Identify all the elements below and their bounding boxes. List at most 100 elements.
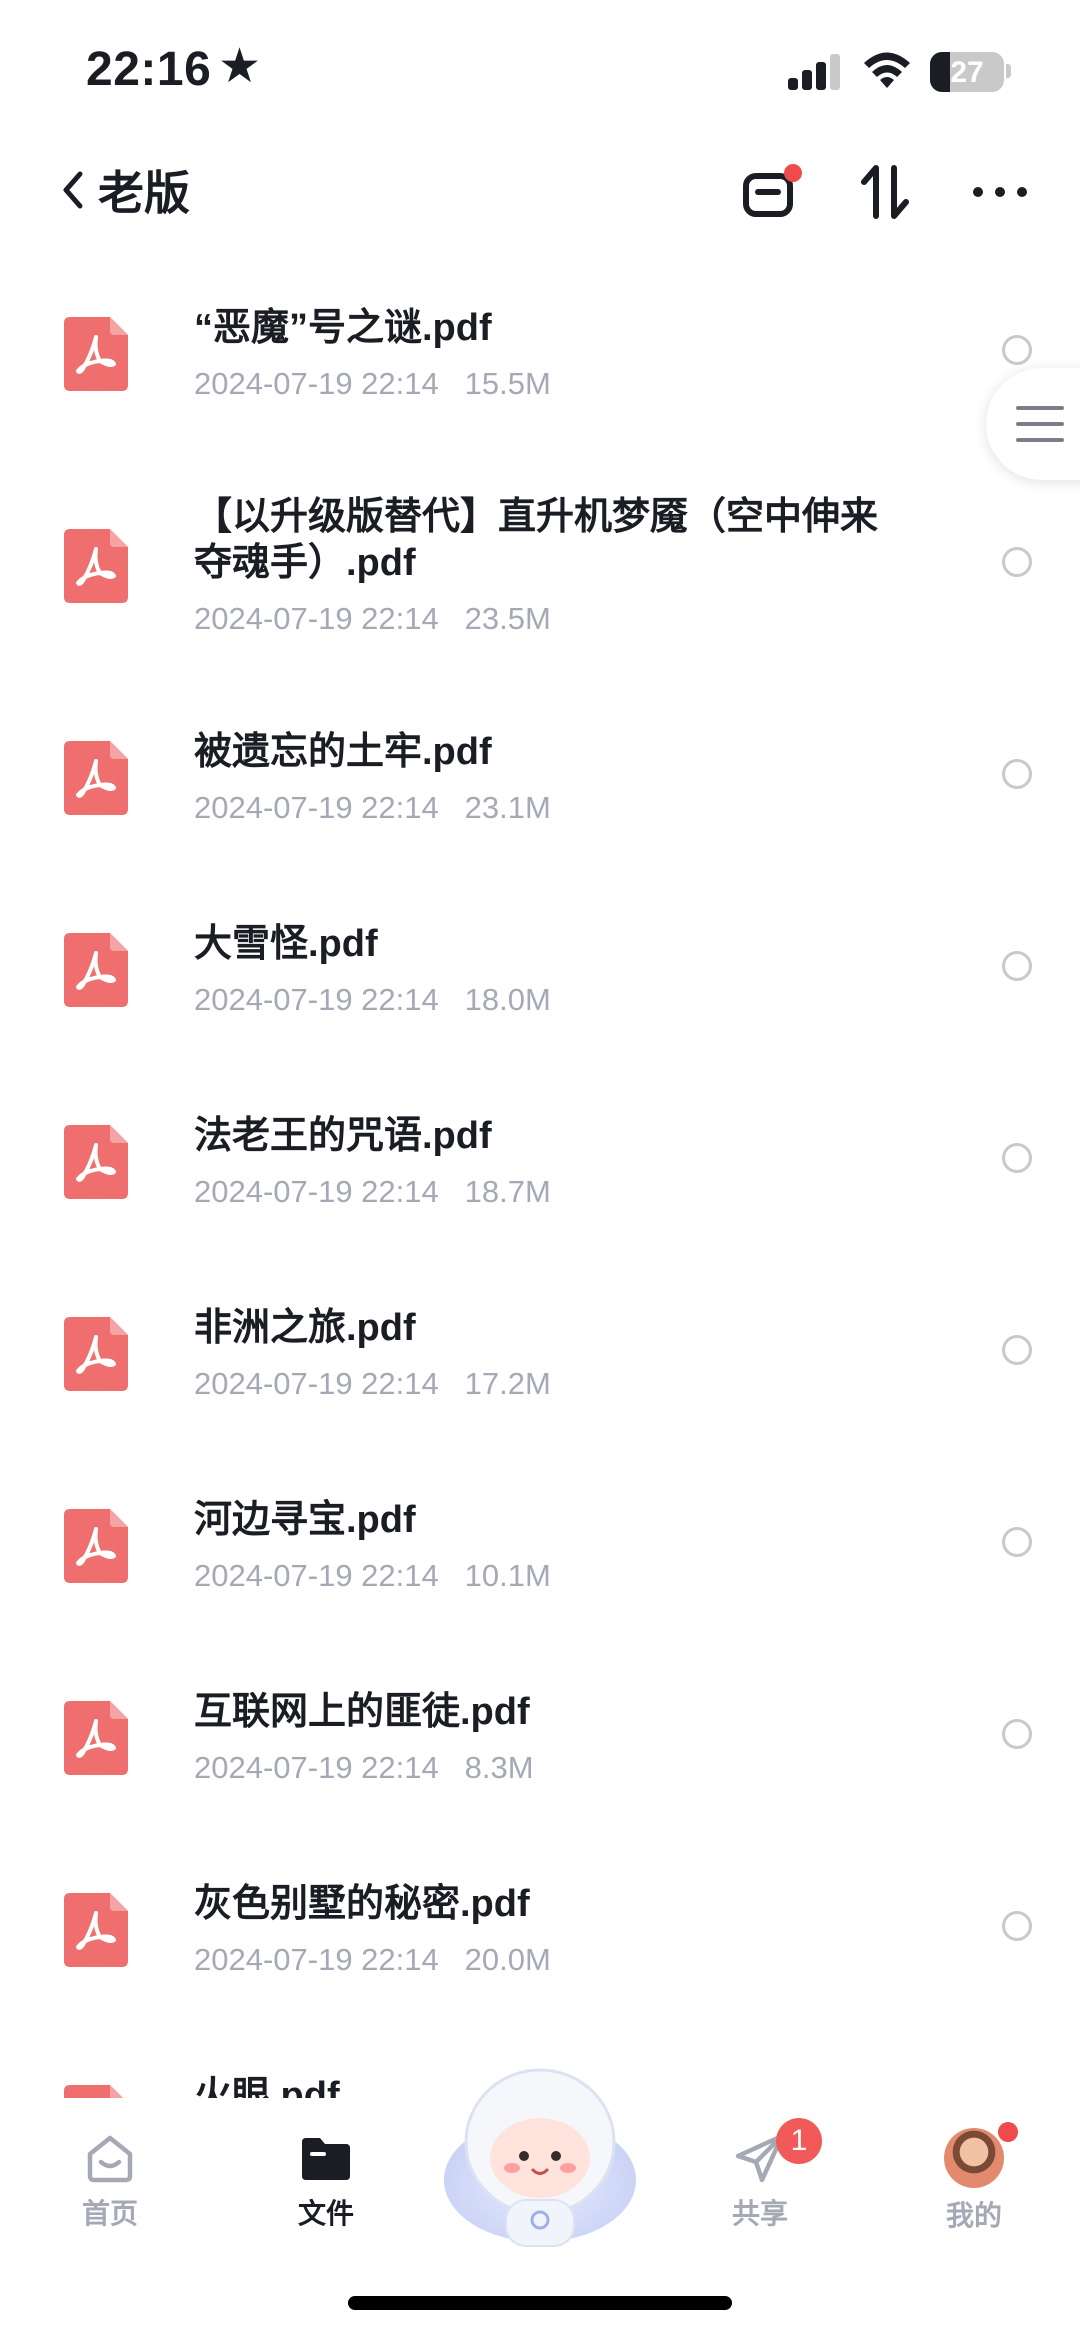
- cellular-signal-icon: [788, 54, 840, 90]
- pdf-file-icon: [64, 933, 128, 1007]
- star-icon: ★: [218, 40, 262, 93]
- pdf-file-icon: [64, 317, 128, 391]
- file-meta: 2024-07-19 22:14 10.1M: [194, 1557, 894, 1595]
- tab-share-label: 共享: [731, 2198, 788, 2229]
- select-checkbox[interactable]: [1002, 1527, 1032, 1557]
- file-size: 20.0M: [464, 1942, 551, 1977]
- status-bar: 22:16 ★ 27: [0, 0, 1080, 140]
- header-bar: 老版: [0, 140, 1080, 240]
- file-info: 法老王的咒语.pdf 2024-07-19 22:14 18.7M: [194, 1113, 894, 1211]
- file-meta: 2024-07-19 22:14 18.0M: [194, 981, 894, 1019]
- status-time: 22:16: [86, 43, 212, 96]
- file-meta: 2024-07-19 22:14 8.3M: [194, 1749, 894, 1787]
- menu-line: [1016, 406, 1064, 410]
- select-checkbox[interactable]: [1002, 547, 1032, 577]
- notification-dot: [998, 2122, 1018, 2142]
- select-checkbox[interactable]: [1002, 1911, 1032, 1941]
- file-date: 2024-07-19 22:14: [194, 1366, 439, 1401]
- pdf-file-icon: [64, 741, 128, 815]
- tab-files[interactable]: 文件: [256, 2120, 396, 2250]
- file-name: 互联网上的匪徒.pdf: [194, 1691, 530, 1733]
- file-row[interactable]: 非洲之旅.pdf 2024-07-19 22:14 17.2M: [0, 1268, 1080, 1460]
- file-row[interactable]: 【以升级版替代】直升机梦魇（空中伸来 夺魂手）.pdf 2024-07-19 22:…: [0, 460, 1080, 692]
- assistant-mascot[interactable]: [440, 2060, 640, 2250]
- file-row[interactable]: 大雪怪.pdf 2024-07-19 22:14 18.0M: [0, 884, 1080, 1076]
- avatar: [944, 2128, 1004, 2188]
- file-row[interactable]: 灰色别墅的秘密.pdf 2024-07-19 22:14 20.0M: [0, 1844, 1080, 2036]
- file-row[interactable]: 法老王的咒语.pdf 2024-07-19 22:14 18.7M: [0, 1076, 1080, 1268]
- file-meta: 2024-07-19 22:14 20.0M: [194, 1941, 894, 1979]
- select-checkbox[interactable]: [1002, 1335, 1032, 1365]
- file-name: 河边寻宝.pdf: [194, 1499, 416, 1541]
- file-name: 大雪怪.pdf: [194, 923, 378, 965]
- sort-button[interactable]: [856, 162, 916, 222]
- file-name: “恶魔”号之谜.pdf: [194, 307, 492, 349]
- pdf-file-icon: [64, 1125, 128, 1199]
- file-size: 10.1M: [464, 1558, 551, 1593]
- pdf-file-icon: [64, 1893, 128, 1967]
- pdf-file-icon: [64, 1701, 128, 1775]
- tab-share[interactable]: 共享 1: [690, 2118, 830, 2250]
- file-name: 夺魂手）.pdf: [194, 542, 416, 584]
- battery-icon: 27: [930, 52, 1004, 92]
- more-horizontal-icon: [973, 187, 1027, 197]
- select-checkbox[interactable]: [1002, 1719, 1032, 1749]
- file-size: 15.5M: [464, 366, 551, 401]
- chevron-left-icon: [63, 171, 83, 209]
- pdf-file-icon: [64, 529, 128, 603]
- pdf-file-icon: [64, 2085, 128, 2098]
- more-button[interactable]: [970, 162, 1030, 222]
- file-row[interactable]: 河边寻宝.pdf 2024-07-19 22:14 10.1M: [0, 1460, 1080, 1652]
- tab-mine-label: 我的: [945, 2200, 1002, 2231]
- file-name: 非洲之旅.pdf: [194, 1307, 416, 1349]
- file-info: 被遗忘的土牢.pdf 2024-07-19 22:14 23.1M: [194, 729, 894, 827]
- menu-line: [1016, 422, 1064, 426]
- file-row[interactable]: “恶魔”号之谜.pdf 2024-07-19 22:14 15.5M: [0, 268, 1080, 460]
- file-meta: 2024-07-19 22:14 18.7M: [194, 1173, 894, 1211]
- sort-icon: [861, 165, 909, 219]
- menu-line: [1016, 438, 1064, 442]
- file-size: 18.7M: [464, 1174, 551, 1209]
- file-info: 【以升级版替代】直升机梦魇（空中伸来 夺魂手）.pdf 2024-07-19 22:…: [194, 494, 894, 638]
- file-list[interactable]: “恶魔”号之谜.pdf 2024-07-19 22:14 15.5M 【以升级版替代…: [0, 268, 1080, 2098]
- file-meta: 2024-07-19 22:14 17.2M: [194, 1365, 894, 1403]
- file-info: 灰色别墅的秘密.pdf 2024-07-19 22:14 20.0M: [194, 1881, 894, 1979]
- file-name: 【以升级版替代】直升机梦魇（空中伸来: [194, 496, 879, 538]
- tab-home[interactable]: 首页: [40, 2120, 180, 2250]
- wifi-icon: [864, 52, 910, 88]
- pdf-file-icon: [64, 1317, 128, 1391]
- tab-home-label: 首页: [81, 2198, 138, 2229]
- back-button[interactable]: 老版: [58, 158, 190, 222]
- select-checkbox[interactable]: [1002, 951, 1032, 981]
- file-info: 非洲之旅.pdf 2024-07-19 22:14 17.2M: [194, 1305, 894, 1403]
- file-meta: 2024-07-19 22:14 23.5M: [194, 600, 894, 638]
- back-label: 老版: [98, 167, 190, 219]
- share-badge: 1: [776, 2118, 822, 2164]
- file-name: 法老王的咒语.pdf: [194, 1115, 492, 1157]
- tab-mine[interactable]: 我的: [904, 2120, 1044, 2250]
- select-checkbox[interactable]: [1002, 759, 1032, 789]
- file-date: 2024-07-19 22:14: [194, 790, 439, 825]
- home-indicator: [348, 2296, 732, 2310]
- file-date: 2024-07-19 22:14: [194, 1942, 439, 1977]
- file-name: 灰色别墅的秘密.pdf: [194, 1883, 530, 1925]
- file-size: 23.1M: [464, 790, 551, 825]
- file-date: 2024-07-19 22:14: [194, 601, 439, 636]
- file-info: 大雪怪.pdf 2024-07-19 22:14 18.0M: [194, 921, 894, 1019]
- notification-dot: [784, 164, 802, 182]
- file-name: 被遗忘的土牢.pdf: [194, 731, 492, 773]
- file-date: 2024-07-19 22:14: [194, 1558, 439, 1593]
- file-info: 河边寻宝.pdf 2024-07-19 22:14 10.1M: [194, 1497, 894, 1595]
- battery-level: 27: [950, 56, 984, 89]
- recycle-bin-button[interactable]: [740, 162, 802, 222]
- select-checkbox[interactable]: [1002, 335, 1032, 365]
- file-info: 互联网上的匪徒.pdf 2024-07-19 22:14 8.3M: [194, 1689, 894, 1787]
- file-size: 8.3M: [464, 1750, 534, 1785]
- tab-files-label: 文件: [297, 2198, 354, 2229]
- select-checkbox[interactable]: [1002, 1143, 1032, 1173]
- file-meta: 2024-07-19 22:14 23.1M: [194, 789, 894, 827]
- file-date: 2024-07-19 22:14: [194, 1750, 439, 1785]
- file-row[interactable]: 互联网上的匪徒.pdf 2024-07-19 22:14 8.3M: [0, 1652, 1080, 1844]
- battery-tip: [1006, 64, 1011, 78]
- file-row[interactable]: 被遗忘的土牢.pdf 2024-07-19 22:14 23.1M: [0, 692, 1080, 884]
